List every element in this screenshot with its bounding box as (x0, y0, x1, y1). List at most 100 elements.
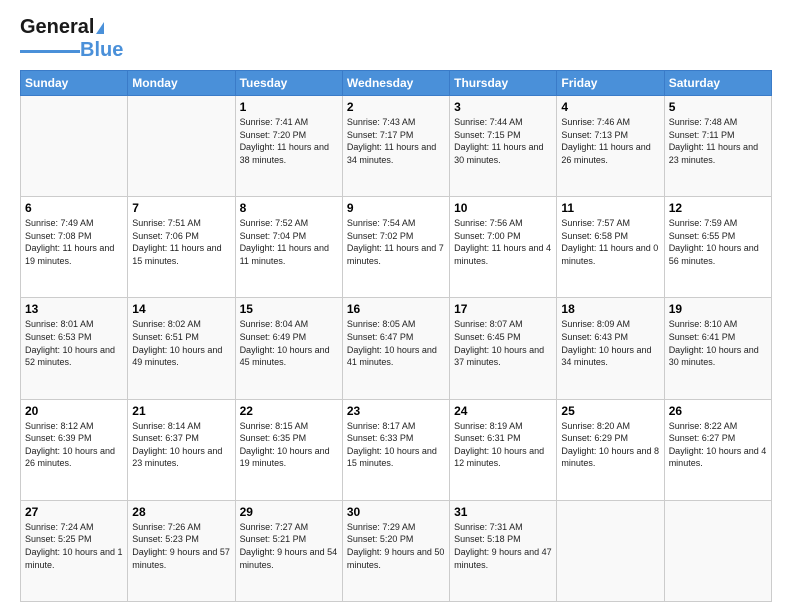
day-number: 16 (347, 302, 445, 316)
col-header-monday: Monday (128, 71, 235, 96)
day-info: Sunrise: 7:48 AMSunset: 7:11 PMDaylight:… (669, 116, 767, 166)
day-cell: 13 Sunrise: 8:01 AMSunset: 6:53 PMDayligh… (21, 298, 128, 399)
day-cell: 10Sunrise: 7:56 AMSunset: 7:00 PMDayligh… (450, 197, 557, 298)
day-cell: 22Sunrise: 8:15 AMSunset: 6:35 PMDayligh… (235, 399, 342, 500)
day-number: 28 (132, 505, 230, 519)
week-row-3: 13 Sunrise: 8:01 AMSunset: 6:53 PMDayligh… (21, 298, 772, 399)
day-cell: 5 Sunrise: 7:48 AMSunset: 7:11 PMDaylight… (664, 96, 771, 197)
day-info: Sunrise: 8:20 AMSunset: 6:29 PMDaylight:… (561, 420, 659, 470)
day-info: Sunrise: 8:12 AMSunset: 6:39 PMDaylight:… (25, 420, 123, 470)
day-info: Sunrise: 8:17 AMSunset: 6:33 PMDaylight:… (347, 420, 445, 470)
day-info: Sunrise: 7:59 AMSunset: 6:55 PMDaylight:… (669, 217, 767, 267)
day-info: Sunrise: 8:10 AMSunset: 6:41 PMDaylight:… (669, 318, 767, 368)
day-cell: 1 Sunrise: 7:41 AMSunset: 7:20 PMDaylight… (235, 96, 342, 197)
day-number: 7 (132, 201, 230, 215)
day-info: Sunrise: 7:41 AMSunset: 7:20 PMDaylight:… (240, 116, 338, 166)
day-info: Sunrise: 7:27 AMSunset: 5:21 PMDaylight:… (240, 521, 338, 571)
day-info: Sunrise: 7:57 AMSunset: 6:58 PMDaylight:… (561, 217, 659, 267)
day-cell: 27Sunrise: 7:24 AMSunset: 5:25 PMDayligh… (21, 500, 128, 601)
day-number: 29 (240, 505, 338, 519)
day-info: Sunrise: 8:07 AMSunset: 6:45 PMDaylight:… (454, 318, 552, 368)
week-row-4: 20 Sunrise: 8:12 AMSunset: 6:39 PMDayligh… (21, 399, 772, 500)
col-header-friday: Friday (557, 71, 664, 96)
day-info: Sunrise: 8:14 AMSunset: 6:37 PMDaylight:… (132, 420, 230, 470)
day-number: 8 (240, 201, 338, 215)
week-row-2: 6 Sunrise: 7:49 AMSunset: 7:08 PMDaylight… (21, 197, 772, 298)
day-info: Sunrise: 8:09 AMSunset: 6:43 PMDaylight:… (561, 318, 659, 368)
day-info: Sunrise: 7:26 AMSunset: 5:23 PMDaylight:… (132, 521, 230, 571)
day-number: 30 (347, 505, 445, 519)
page: General Blue SundayMondayTuesdayWednesda… (0, 0, 792, 612)
day-cell: 12 Sunrise: 7:59 AMSunset: 6:55 PMDayligh… (664, 197, 771, 298)
day-cell: 26 Sunrise: 8:22 AMSunset: 6:27 PMDayligh… (664, 399, 771, 500)
calendar-table: SundayMondayTuesdayWednesdayThursdayFrid… (20, 70, 772, 602)
day-info: Sunrise: 7:31 AMSunset: 5:18 PMDaylight:… (454, 521, 552, 571)
day-number: 9 (347, 201, 445, 215)
day-number: 21 (132, 404, 230, 418)
day-cell: 14 Sunrise: 8:02 AMSunset: 6:51 PMDayligh… (128, 298, 235, 399)
day-number: 25 (561, 404, 659, 418)
day-cell (557, 500, 664, 601)
day-number: 13 (25, 302, 123, 316)
day-number: 15 (240, 302, 338, 316)
day-info: Sunrise: 7:54 AMSunset: 7:02 PMDaylight:… (347, 217, 445, 267)
day-cell: 20 Sunrise: 8:12 AMSunset: 6:39 PMDayligh… (21, 399, 128, 500)
header-row: SundayMondayTuesdayWednesdayThursdayFrid… (21, 71, 772, 96)
day-cell: 19 Sunrise: 8:10 AMSunset: 6:41 PMDayligh… (664, 298, 771, 399)
day-number: 5 (669, 100, 767, 114)
col-header-tuesday: Tuesday (235, 71, 342, 96)
day-number: 26 (669, 404, 767, 418)
day-cell: 6 Sunrise: 7:49 AMSunset: 7:08 PMDaylight… (21, 197, 128, 298)
day-number: 2 (347, 100, 445, 114)
day-info: Sunrise: 7:51 AMSunset: 7:06 PMDaylight:… (132, 217, 230, 267)
day-info: Sunrise: 8:19 AMSunset: 6:31 PMDaylight:… (454, 420, 552, 470)
day-info: Sunrise: 7:49 AMSunset: 7:08 PMDaylight:… (25, 217, 123, 267)
day-number: 17 (454, 302, 552, 316)
day-number: 19 (669, 302, 767, 316)
day-info: Sunrise: 8:22 AMSunset: 6:27 PMDaylight:… (669, 420, 767, 470)
day-info: Sunrise: 7:24 AMSunset: 5:25 PMDaylight:… (25, 521, 123, 571)
day-number: 31 (454, 505, 552, 519)
logo-line (20, 50, 80, 53)
day-info: Sunrise: 8:02 AMSunset: 6:51 PMDaylight:… (132, 318, 230, 368)
day-cell: 8 Sunrise: 7:52 AMSunset: 7:04 PMDaylight… (235, 197, 342, 298)
day-number: 14 (132, 302, 230, 316)
day-cell: 30 Sunrise: 7:29 AMSunset: 5:20 PMDayligh… (342, 500, 449, 601)
day-cell: 25 Sunrise: 8:20 AMSunset: 6:29 PMDayligh… (557, 399, 664, 500)
day-cell: 29 Sunrise: 7:27 AMSunset: 5:21 PMDayligh… (235, 500, 342, 601)
day-cell: 11 Sunrise: 7:57 AMSunset: 6:58 PMDayligh… (557, 197, 664, 298)
day-number: 18 (561, 302, 659, 316)
day-info: Sunrise: 7:29 AMSunset: 5:20 PMDaylight:… (347, 521, 445, 571)
col-header-sunday: Sunday (21, 71, 128, 96)
day-cell: 31 Sunrise: 7:31 AMSunset: 5:18 PMDayligh… (450, 500, 557, 601)
day-info: Sunrise: 7:44 AMSunset: 7:15 PMDaylight:… (454, 116, 552, 166)
header: General Blue (20, 16, 772, 62)
day-cell: 2Sunrise: 7:43 AMSunset: 7:17 PMDaylight… (342, 96, 449, 197)
day-cell: 28 Sunrise: 7:26 AMSunset: 5:23 PMDayligh… (128, 500, 235, 601)
day-cell: 3 Sunrise: 7:44 AMSunset: 7:15 PMDaylight… (450, 96, 557, 197)
day-cell: 7 Sunrise: 7:51 AMSunset: 7:06 PMDaylight… (128, 197, 235, 298)
day-cell (128, 96, 235, 197)
day-number: 3 (454, 100, 552, 114)
col-header-wednesday: Wednesday (342, 71, 449, 96)
day-info: Sunrise: 8:01 AMSunset: 6:53 PMDaylight:… (25, 318, 123, 368)
day-info: Sunrise: 8:04 AMSunset: 6:49 PMDaylight:… (240, 318, 338, 368)
logo-triangle-icon (96, 22, 104, 34)
day-number: 1 (240, 100, 338, 114)
day-number: 6 (25, 201, 123, 215)
day-info: Sunrise: 8:15 AMSunset: 6:35 PMDaylight:… (240, 420, 338, 470)
day-info: Sunrise: 7:52 AMSunset: 7:04 PMDaylight:… (240, 217, 338, 267)
day-cell: 17 Sunrise: 8:07 AMSunset: 6:45 PMDayligh… (450, 298, 557, 399)
day-number: 20 (25, 404, 123, 418)
day-info: Sunrise: 7:56 AMSunset: 7:00 PMDaylight:… (454, 217, 552, 267)
col-header-thursday: Thursday (450, 71, 557, 96)
day-number: 12 (669, 201, 767, 215)
day-cell (21, 96, 128, 197)
logo: General Blue (20, 16, 123, 62)
logo-general: General (20, 16, 94, 39)
week-row-1: 1 Sunrise: 7:41 AMSunset: 7:20 PMDaylight… (21, 96, 772, 197)
day-number: 23 (347, 404, 445, 418)
day-number: 11 (561, 201, 659, 215)
logo-blue: Blue (80, 39, 123, 62)
day-cell: 16Sunrise: 8:05 AMSunset: 6:47 PMDayligh… (342, 298, 449, 399)
